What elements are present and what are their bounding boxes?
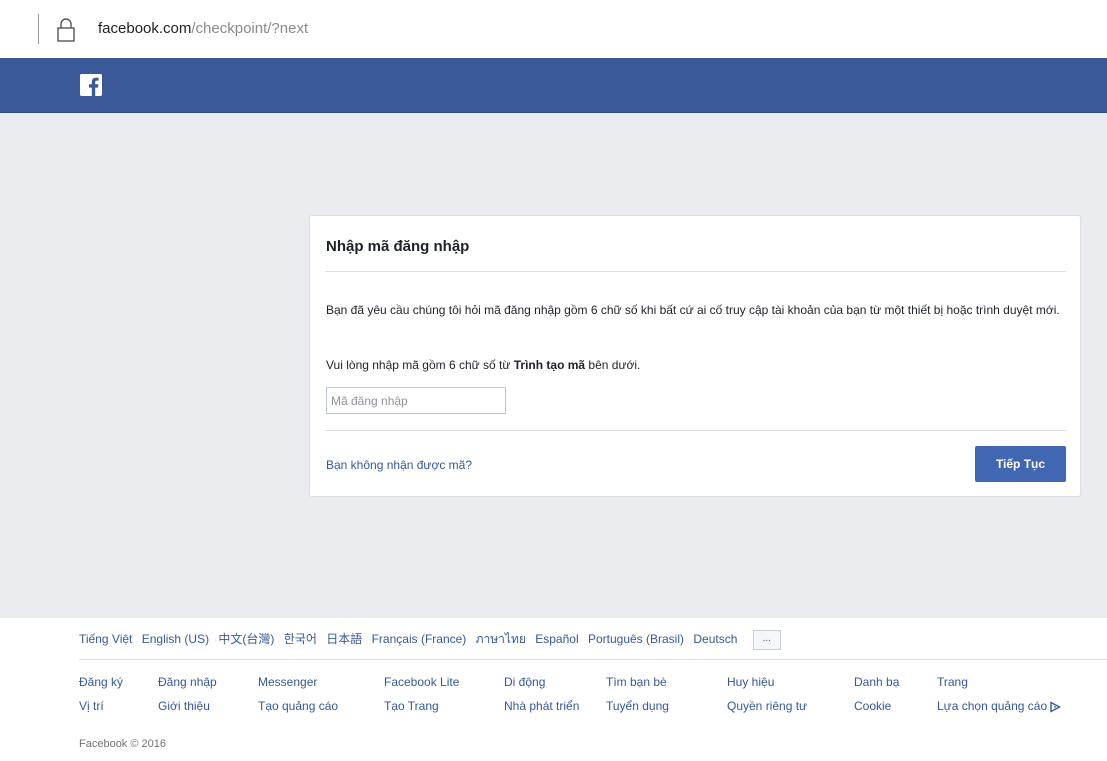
language-link[interactable]: Tiếng Việt <box>79 632 132 646</box>
card-divider <box>325 271 1066 272</box>
footer-link-privacy[interactable]: Quyền riêng tư <box>727 699 807 713</box>
language-link[interactable]: 한국어 <box>284 632 317 646</box>
url-field[interactable]: facebook.com/checkpoint/?next <box>98 20 308 37</box>
facebook-logo-icon[interactable] <box>80 74 102 96</box>
footer-link-badges[interactable]: Huy hiệu <box>727 675 774 689</box>
footer-divider <box>79 659 1107 660</box>
continue-button[interactable]: Tiếp Tục <box>975 446 1066 482</box>
instruction-text-before: Vui lòng nhập mã gồm 6 chữ số từ <box>326 358 514 372</box>
footer-link-developers[interactable]: Nhà phát triển <box>504 699 579 713</box>
footer-link-pages[interactable]: Trang <box>937 675 968 689</box>
footer-link-people[interactable]: Danh bạ <box>854 675 899 689</box>
language-link[interactable]: Deutsch <box>693 632 737 646</box>
instruction-text-after: bên dưới. <box>585 358 641 372</box>
footer-links: Đăng ký Đăng nhập Messenger Facebook Lit… <box>79 675 1107 719</box>
footer-link-facebook-lite[interactable]: Facebook Lite <box>384 675 459 689</box>
ad-choices-icon <box>1050 701 1062 713</box>
lock-icon <box>57 18 75 42</box>
card-divider <box>325 430 1066 431</box>
footer-link-create-page[interactable]: Tạo Trang <box>384 699 439 713</box>
language-link[interactable]: Español <box>535 632 578 646</box>
footer-link-careers[interactable]: Tuyển dụng <box>606 699 669 713</box>
facebook-header <box>0 58 1107 113</box>
footer-link-about[interactable]: Giới thiệu <box>158 699 210 713</box>
card-description: Bạn đã yêu cầu chúng tôi hỏi mã đăng nhậ… <box>326 303 1060 317</box>
login-code-card: Nhập mã đăng nhập Bạn đã yêu cầu chúng t… <box>309 215 1081 497</box>
address-bar-separator <box>38 14 39 44</box>
footer-link-create-ad[interactable]: Tạo quảng cáo <box>258 699 338 713</box>
footer-link-ad-choices[interactable]: Lựa chọn quảng cáo <box>937 699 1062 713</box>
copyright-text: Facebook © 2016 <box>79 738 166 750</box>
footer-link-signup[interactable]: Đăng ký <box>79 675 123 689</box>
footer-language-list: Tiếng Việt English (US) 中文(台灣) 한국어 日本語 F… <box>79 630 781 650</box>
card-title: Nhập mã đăng nhập <box>326 238 470 255</box>
footer-link-login[interactable]: Đăng nhập <box>158 675 217 689</box>
footer-link-mobile[interactable]: Di động <box>504 675 545 689</box>
language-link[interactable]: Português (Brasil) <box>588 632 684 646</box>
language-link[interactable]: English (US) <box>142 632 209 646</box>
card-instruction: Vui lòng nhập mã gồm 6 chữ số từ Trình t… <box>326 358 640 372</box>
footer-link-messenger[interactable]: Messenger <box>258 675 317 689</box>
footer-link-cookies[interactable]: Cookie <box>854 699 891 713</box>
url-path: /checkpoint/?next <box>191 20 309 37</box>
language-link[interactable]: 中文(台灣) <box>218 632 274 646</box>
language-link[interactable]: 日本語 <box>326 632 362 646</box>
ad-choices-label: Lựa chọn quảng cáo <box>937 699 1048 713</box>
browser-address-bar: facebook.com/checkpoint/?next <box>0 0 1107 58</box>
language-link[interactable]: Français (France) <box>372 632 467 646</box>
footer-link-places[interactable]: Vị trí <box>79 699 104 713</box>
language-link[interactable]: ภาษาไทย <box>476 632 526 646</box>
login-code-input[interactable] <box>326 387 506 414</box>
code-generator-label: Trình tạo mã <box>513 358 586 372</box>
footer-link-find-friends[interactable]: Tìm bạn bè <box>606 675 667 689</box>
no-code-link[interactable]: Bạn không nhận được mã? <box>326 458 472 472</box>
url-domain: facebook.com <box>98 20 192 37</box>
more-languages-button[interactable]: ... <box>752 630 781 650</box>
